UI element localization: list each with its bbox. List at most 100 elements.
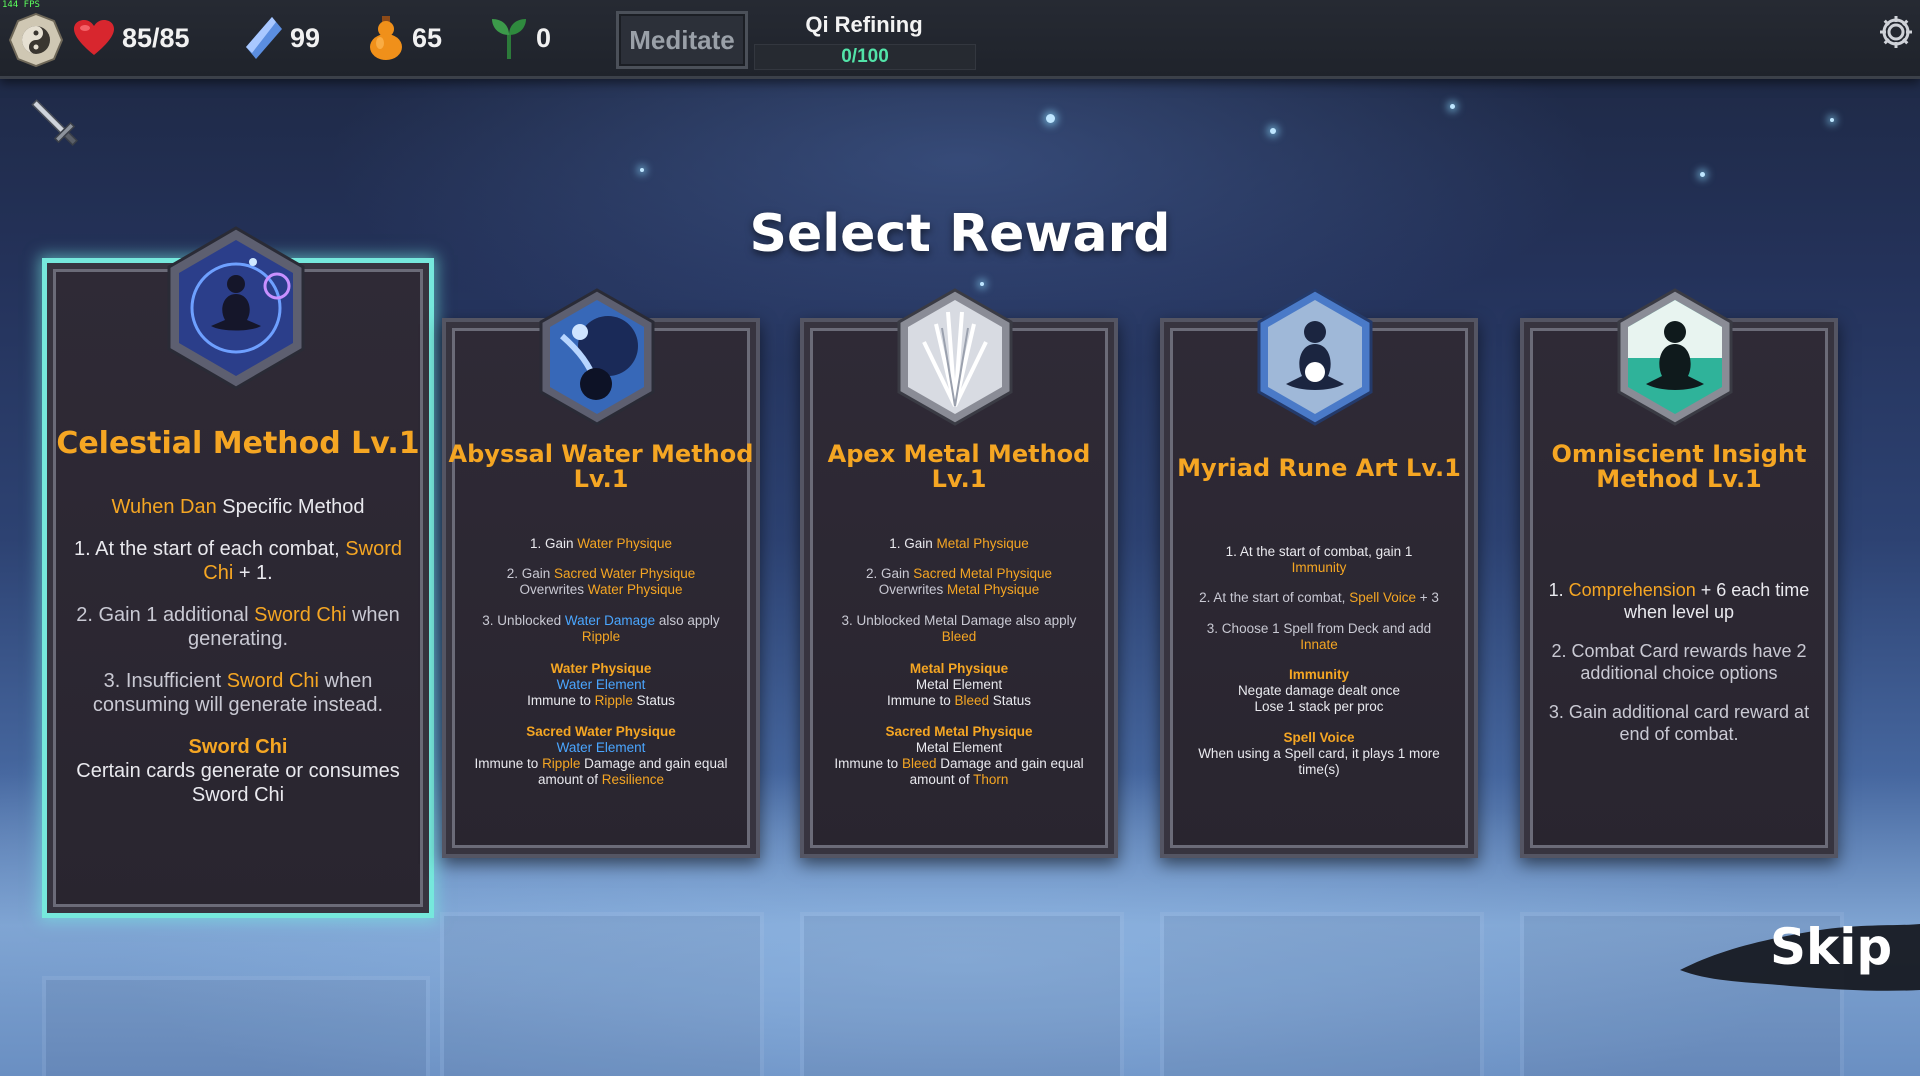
effect-text: 1. (1548, 580, 1569, 600)
keyword-ref: Bleed (954, 693, 990, 709)
effect-text: Overwrites (878, 582, 947, 598)
keyword-title: Sacred Water Physique (526, 723, 676, 739)
keyword-text: Status (632, 693, 675, 709)
star-sparkle (1046, 114, 1055, 123)
star-sparkle (1700, 172, 1705, 177)
realm-progress-bar: 0/100 (754, 44, 976, 70)
keyword-ref: Water Physique (587, 582, 683, 598)
spirit-stone-stat: 99 (246, 16, 320, 60)
sect-text: Specific Method (216, 496, 365, 518)
card-description: 1. Gain Metal Physique 2. Gain Sacred Me… (822, 536, 1096, 788)
meditating-rune-emblem-icon (1256, 288, 1374, 426)
effect-text: + 3 (1415, 590, 1439, 606)
card-description: 1. Gain Water Physique 2. Gain Sacred Wa… (464, 536, 738, 788)
omniscient-figure-emblem-icon (1616, 288, 1734, 426)
gourd-value: 65 (412, 22, 443, 53)
keyword-text: Immune to (834, 755, 902, 771)
card-title: Abyssal Water Method Lv.1 (448, 440, 754, 494)
keyword-ref: Metal Physique (946, 582, 1040, 598)
effect-text: 2. Gain (506, 566, 554, 582)
top-status-bar: 144 FPS 85/85 99 65 0 Meditate Qi Refini… (0, 0, 1920, 79)
star-sparkle (640, 168, 644, 172)
star-sparkle (980, 282, 984, 286)
health-stat: 85/85 (74, 16, 190, 60)
keyword-ref: Thorn (973, 772, 1009, 788)
sprout-value: 0 (536, 22, 552, 53)
effect-text: 3. Gain additional card reward at end of… (1548, 702, 1810, 744)
keyword-element: Water Element (556, 677, 646, 693)
star-sparkle (1450, 104, 1455, 109)
keyword-element: Metal Element (915, 677, 1003, 693)
effect-text: 1. At the start of combat, gain 1 (1225, 544, 1413, 559)
card-title: Celestial Method Lv.1 (56, 426, 420, 461)
heart-icon (74, 20, 114, 55)
keyword-description: Lose 1 stack per proc (1254, 699, 1384, 715)
keyword-title: Sword Chi (188, 736, 288, 758)
keyword-text: Immune to (527, 693, 595, 709)
health-value: 85/85 (122, 22, 190, 53)
effect-text: 1. Gain (529, 536, 578, 551)
keyword-title: Metal Physique (909, 660, 1009, 676)
effect-text: 2. Combat Card rewards have 2 additional… (1551, 641, 1807, 683)
keyword-text: Status (989, 693, 1032, 709)
keyword-title: Immunity (1288, 666, 1349, 682)
card-title: Apex Metal Method Lv.1 (827, 440, 1091, 494)
keyword-ref: Sacred Water Physique (553, 566, 696, 582)
keyword-description: When using a Spell card, it plays 1 more… (1198, 745, 1440, 777)
realm-title: Qi Refining (805, 12, 923, 37)
card-description: 1. At the start of combat, gain 1 Immuni… (1182, 544, 1456, 778)
sprout-stat: 0 (490, 16, 551, 60)
keyword-ref: Innate (1300, 636, 1338, 652)
card-title: Myriad Rune Art Lv.1 (1177, 454, 1461, 482)
spirit-stone-icon (246, 17, 282, 59)
effect-text: 2. Gain 1 additional (76, 604, 255, 626)
sword-icon[interactable] (24, 92, 86, 154)
keyword-text: Immune to (474, 755, 543, 771)
sprout-icon (492, 19, 526, 59)
fps-counter: 144 FPS (2, 0, 40, 10)
abyssal-water-emblem-icon (538, 288, 656, 426)
keyword-ref: Ripple (542, 755, 581, 771)
card-reflection (800, 912, 1124, 1076)
keyword-ref: Resilience (601, 772, 665, 788)
gourd-stat: 65 (368, 16, 442, 60)
card-description: Wuhen Dan Specific Method 1. At the star… (65, 495, 411, 807)
meditating-celestial-emblem-icon (165, 226, 307, 390)
keyword-ref: Water Physique (577, 536, 673, 551)
gourd-icon (370, 16, 402, 60)
keyword-ref: Sword Chi (254, 604, 347, 626)
effect-text: 1. Gain (889, 536, 937, 551)
gear-icon[interactable] (1878, 14, 1914, 50)
keyword-title: Sacred Metal Physique (885, 723, 1033, 739)
keyword-title: Spell Voice (1283, 729, 1355, 745)
effect-text: 2. At the start of combat, (1199, 590, 1350, 606)
keyword-ref: Ripple (594, 693, 633, 709)
keyword-ref: Sword Chi (226, 670, 319, 692)
card-description: 1. Comprehension + 6 each time when leve… (1542, 580, 1816, 746)
keyword-ref: Bleed (941, 628, 977, 644)
keyword-ref: Water Damage (564, 612, 656, 628)
effect-text: 3. Unblocked Metal Damage also apply (841, 612, 1077, 628)
effect-text: 1. At the start of each combat, (74, 538, 346, 560)
meditate-button[interactable]: Meditate (616, 11, 748, 69)
keyword-text: Immune to (886, 693, 955, 709)
keyword-title: Water Physique (550, 660, 652, 676)
star-sparkle (1270, 128, 1276, 134)
sect-name: Wuhen Dan (111, 496, 217, 518)
keyword-description: Negate damage dealt once (1237, 683, 1401, 699)
keyword-element: Metal Element (915, 739, 1003, 755)
effect-text: also apply (655, 612, 720, 628)
keyword-ref: Bleed (901, 755, 937, 771)
keyword-ref: Ripple (581, 628, 621, 644)
card-reflection (1160, 912, 1484, 1076)
card-reflection (42, 976, 430, 1076)
keyword-ref: Metal Physique (936, 536, 1029, 551)
bagua-emblem-icon[interactable] (8, 12, 64, 68)
keyword-ref: Immunity (1291, 560, 1347, 576)
card-title: Omniscient Insight Method Lv.1 (1551, 440, 1807, 494)
effect-text: Overwrites (519, 582, 588, 598)
skip-button[interactable]: Skip (1770, 918, 1892, 988)
keyword-ref: Spell Voice (1349, 590, 1416, 606)
effect-text: 3. Unblocked (482, 612, 565, 628)
keyword-element: Water Element (556, 739, 646, 755)
